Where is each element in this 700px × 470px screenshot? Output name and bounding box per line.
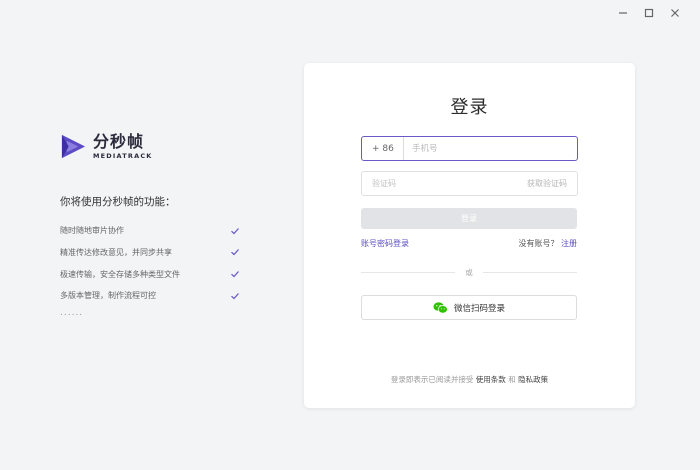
check-icon (231, 227, 239, 234)
register-prompt: 没有账号？ 注册 (518, 238, 577, 249)
feature-list: 随时随地审片协作 精准传达修改意见，并同步共享 极速传输，安全存储多种类型文件 … (60, 220, 240, 307)
minimize-icon[interactable] (616, 6, 630, 20)
no-account-text: 没有账号？ (518, 239, 559, 248)
phone-field: + 86 (361, 136, 578, 161)
phone-input[interactable] (404, 136, 577, 161)
feature-item: 极速传输，安全存储多种类型文件 (60, 264, 240, 285)
check-icon (231, 271, 239, 278)
features-title: 你将使用分秒帧的功能： (60, 196, 176, 208)
wechat-login-label: 微信扫码登录 (453, 303, 505, 314)
close-icon[interactable] (668, 6, 682, 20)
agreement-and: 和 (508, 375, 516, 384)
brand-name: 分秒帧 (93, 131, 145, 151)
login-title: 登录 (450, 97, 489, 118)
password-login-link[interactable]: 账号密码登录 (361, 238, 409, 249)
get-code-button[interactable]: 获取验证码 (527, 178, 577, 189)
or-text: 或 (465, 268, 473, 277)
login-card: 登录 + 86 获取验证码 登录 账号密码登录 没有账号？ 注册 或 微信扫码登… (304, 63, 635, 408)
feature-label: 极速传输，安全存储多种类型文件 (60, 269, 180, 279)
agreement-text: 登录即表示已阅读并接受 使用条款 和 隐私政策 (304, 374, 635, 385)
or-divider: 或 (361, 267, 577, 278)
window-controls (616, 6, 682, 20)
privacy-link[interactable]: 隐私政策 (518, 375, 548, 384)
feature-item: 随时随地审片协作 (60, 220, 240, 241)
terms-link[interactable]: 使用条款 (476, 375, 506, 384)
login-button[interactable]: 登录 (361, 208, 577, 229)
code-field: 获取验证码 (361, 171, 578, 196)
divider-line (361, 272, 456, 273)
country-code-selector[interactable]: + 86 (362, 137, 404, 160)
feature-item: 多版本管理，制作流程可控 (60, 285, 240, 306)
brand: 分秒帧 MEDIATRACK (60, 133, 153, 160)
wechat-icon (433, 301, 448, 314)
agreement-prefix: 登录即表示已阅读并接受 (390, 375, 474, 384)
feature-label: 精准传达修改意见，并同步共享 (60, 247, 172, 257)
verification-code-input[interactable] (362, 171, 527, 196)
brand-name-en: MEDIATRACK (93, 151, 153, 160)
wechat-login-button[interactable]: 微信扫码登录 (361, 295, 577, 320)
feature-label: 多版本管理，制作流程可控 (60, 291, 156, 301)
login-links: 账号密码登录 没有账号？ 注册 (361, 238, 577, 249)
divider-line (482, 272, 577, 273)
check-icon (231, 292, 239, 300)
register-link[interactable]: 注册 (561, 239, 577, 248)
features-more: ...... (60, 308, 84, 318)
feature-item: 精准传达修改意见，并同步共享 (60, 242, 240, 263)
mediatrack-logo-icon (61, 134, 86, 159)
maximize-icon[interactable] (642, 6, 656, 20)
check-icon (231, 249, 239, 256)
feature-label: 随时随地审片协作 (60, 226, 124, 235)
